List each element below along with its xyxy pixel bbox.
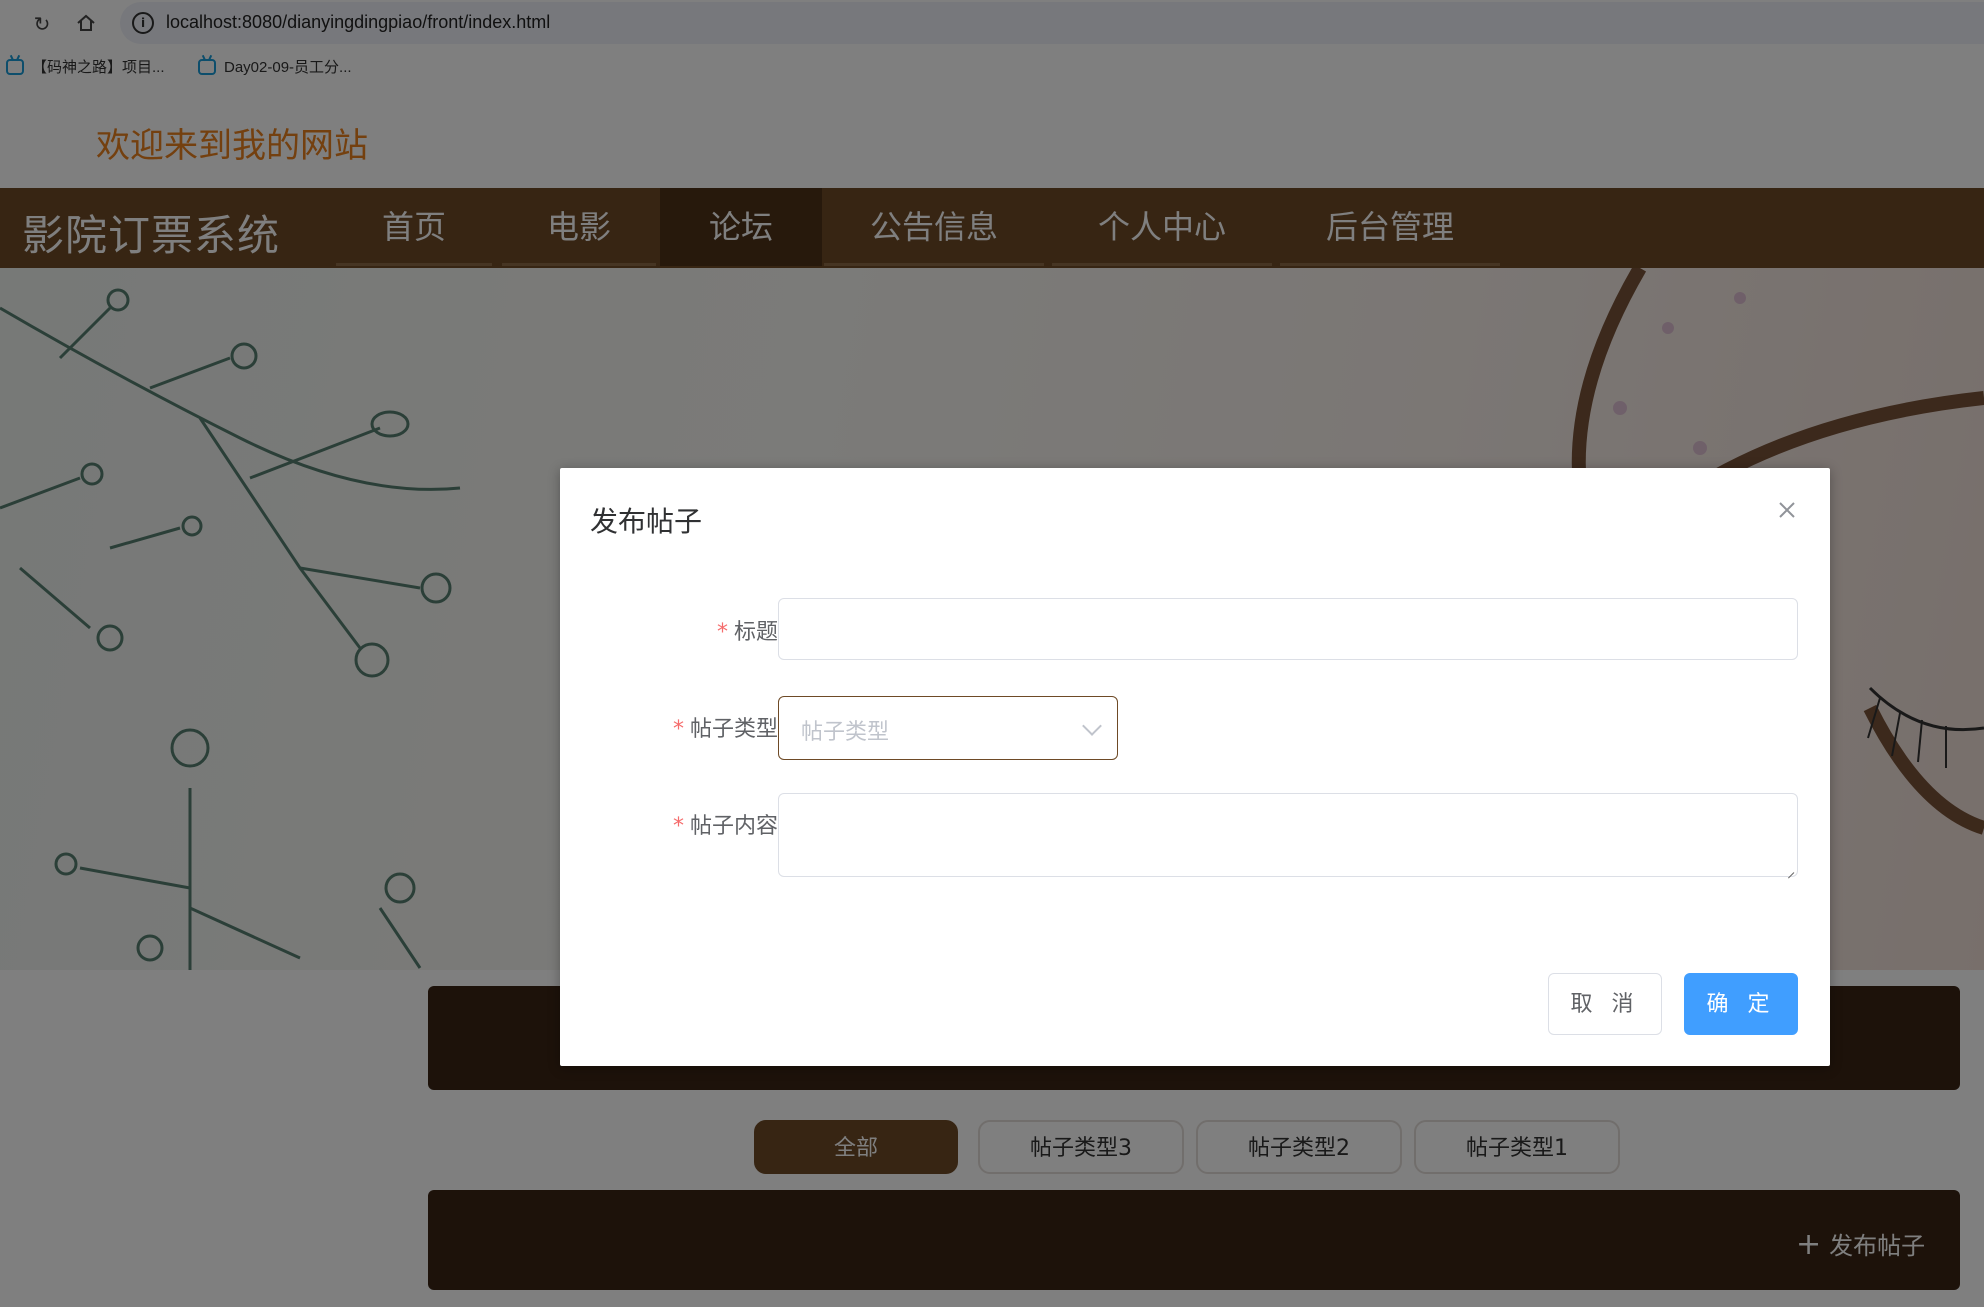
resize-handle-icon[interactable]	[1785, 864, 1795, 874]
dialog-title: 发布帖子	[590, 505, 703, 538]
content-label: * 帖子内容	[672, 814, 778, 839]
cancel-button[interactable]: 取 消	[1548, 973, 1662, 1035]
confirm-button[interactable]: 确 定	[1684, 973, 1798, 1035]
select-placeholder: 帖子类型	[801, 720, 890, 745]
close-icon[interactable]	[1772, 496, 1802, 526]
content-textarea[interactable]	[778, 793, 1798, 877]
publish-post-dialog: 发布帖子 * 标题 * 帖子类型 帖子类型 * 帖子内容 取 消 确 定	[560, 468, 1830, 1066]
chevron-down-icon	[1082, 716, 1102, 736]
type-label: * 帖子类型	[672, 717, 778, 742]
post-type-select[interactable]: 帖子类型	[778, 696, 1118, 760]
title-label: * 标题	[716, 620, 778, 645]
title-input[interactable]	[778, 598, 1798, 660]
